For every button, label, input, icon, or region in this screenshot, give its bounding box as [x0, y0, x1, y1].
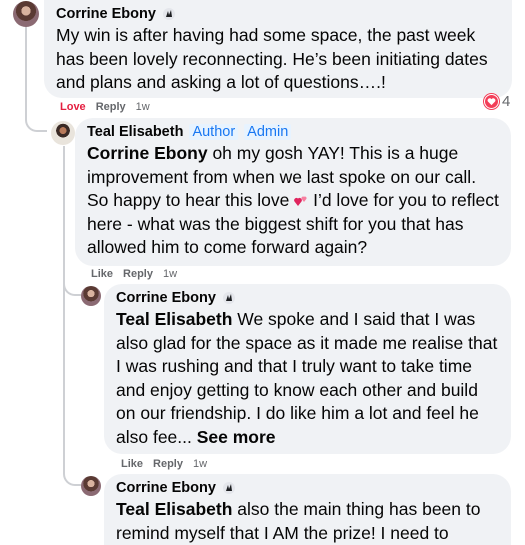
reply-bubble: Corrine Ebony Teal Elisabeth also the ma… [104, 474, 511, 545]
thread-connector-curve [63, 286, 81, 486]
comment-author[interactable]: Corrine Ebony [56, 6, 156, 22]
author-tag: Author [189, 124, 239, 140]
thread-connector-curve [25, 100, 47, 132]
like-button[interactable]: Like [91, 268, 113, 280]
rising-star-badge-icon [222, 482, 235, 494]
reply-bubble: Teal Elisabeth Author Admin Corrine Ebon… [75, 118, 511, 266]
mention-link[interactable]: Corrine Ebony [87, 143, 208, 163]
comment-text: Teal Elisabeth also the main thing has b… [116, 499, 481, 543]
comment-text: My win is after having had some space, t… [56, 25, 488, 92]
comment-actions: Like Reply 1w [91, 268, 177, 280]
comment-author[interactable]: Corrine Ebony [116, 290, 216, 306]
reply-button[interactable]: Reply [123, 268, 153, 280]
comment-actions: Love Reply 1w [60, 101, 150, 113]
timestamp[interactable]: 1w [193, 458, 207, 470]
mention-link[interactable]: Teal Elisabeth [116, 499, 232, 519]
love-reaction-button[interactable]: Love [60, 101, 86, 113]
rising-star-badge-icon [222, 292, 235, 304]
reaction-count-value: 4 [502, 93, 511, 110]
timestamp[interactable]: 1w [136, 101, 150, 113]
rising-star-badge-icon [162, 8, 175, 20]
reaction-count[interactable]: 4 [484, 93, 510, 110]
comment-text: Teal Elisabeth We spoke and I said that … [116, 309, 498, 447]
see-more-link[interactable]: See more [197, 427, 276, 447]
like-button[interactable]: Like [121, 458, 143, 470]
comment-bubble: Corrine Ebony My win is after having had… [44, 0, 512, 98]
two-hearts-icon [294, 196, 307, 206]
thread-connector [63, 146, 65, 286]
reply-button[interactable]: Reply [96, 101, 126, 113]
avatar[interactable] [13, 1, 39, 27]
comment-author[interactable]: Corrine Ebony [116, 480, 216, 496]
reply-bubble: Corrine Ebony Teal Elisabeth We spoke an… [104, 284, 511, 454]
avatar[interactable] [81, 286, 101, 306]
heart-icon [484, 94, 499, 109]
comment-text: Corrine Ebony oh my gosh YAY! This is a … [87, 143, 499, 257]
mention-link[interactable]: Teal Elisabeth [116, 309, 232, 329]
comment-thread: Corrine Ebony My win is after having had… [0, 0, 525, 545]
timestamp[interactable]: 1w [163, 268, 177, 280]
comment-actions: Like Reply 1w [121, 458, 207, 470]
avatar[interactable] [51, 121, 75, 145]
reply-button[interactable]: Reply [153, 458, 183, 470]
comment-author[interactable]: Teal Elisabeth [87, 124, 183, 140]
admin-tag: Admin [244, 124, 292, 140]
avatar[interactable] [81, 476, 101, 496]
